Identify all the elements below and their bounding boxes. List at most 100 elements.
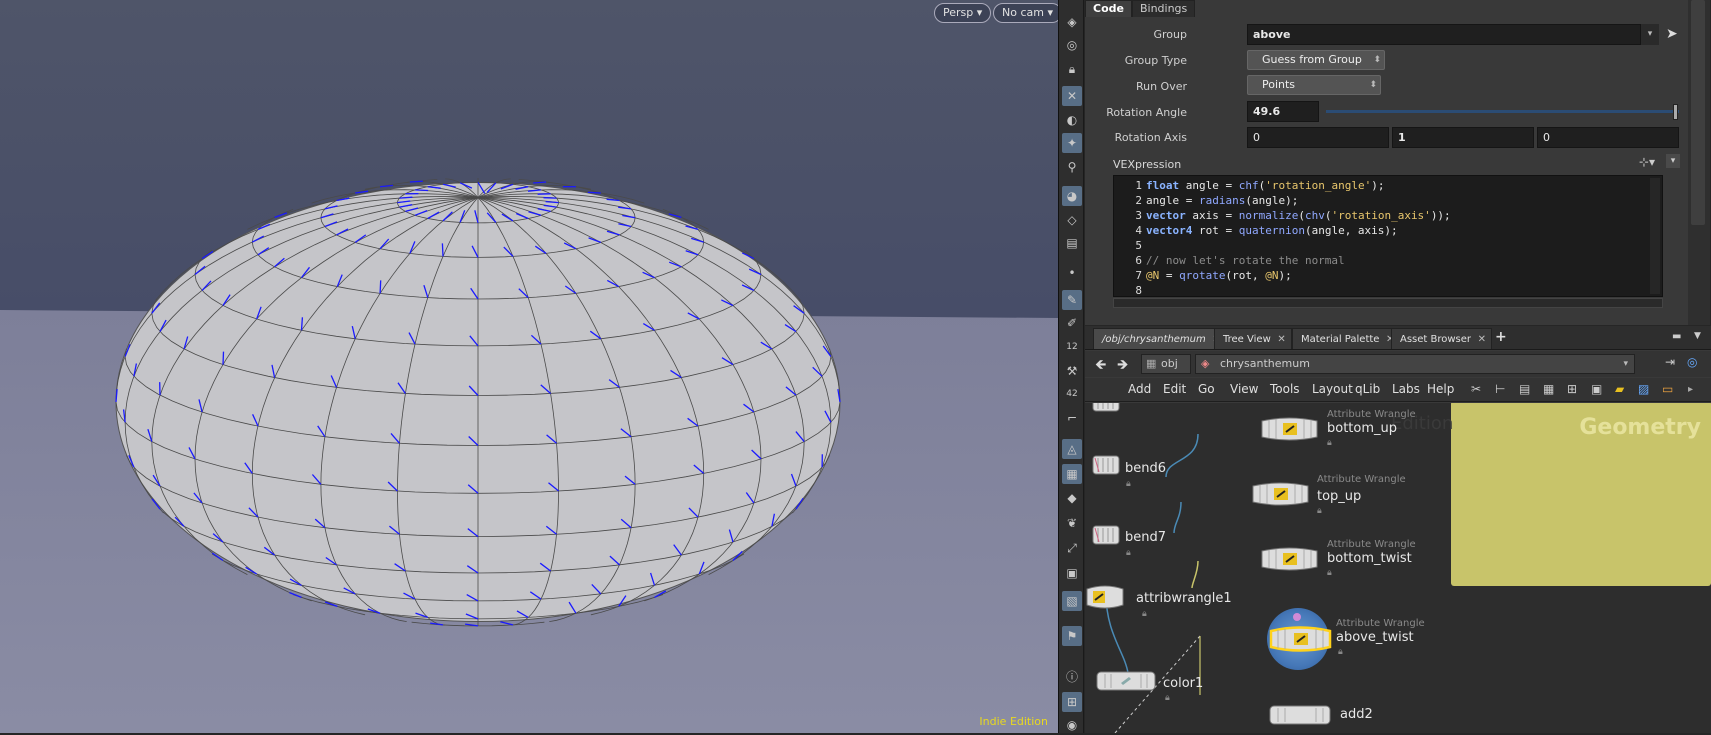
lock-icon[interactable]: 🔒︎ xyxy=(1327,438,1332,448)
wand-icon[interactable]: ⚒ xyxy=(1062,361,1082,381)
rotation-angle-field[interactable]: 49.6 xyxy=(1247,101,1319,122)
paint-icon[interactable]: 42 xyxy=(1062,384,1082,404)
lock-icon[interactable]: 🔒︎ xyxy=(1126,479,1131,489)
node-bend7[interactable] xyxy=(1091,524,1123,548)
code-scrollbar[interactable] xyxy=(1650,178,1660,294)
menu-go[interactable]: Go xyxy=(1198,382,1215,396)
pin-icon[interactable]: ⇥ xyxy=(1665,355,1675,369)
info-icon[interactable]: ⓘ xyxy=(1062,666,1082,686)
viewport-canvas[interactable] xyxy=(0,0,1058,733)
pen-icon[interactable]: ✐ xyxy=(1062,313,1082,333)
rotation-axis-y-field[interactable]: 1 xyxy=(1392,127,1534,148)
eye-icon[interactable]: ◉ xyxy=(1062,715,1082,735)
menu-add[interactable]: Add xyxy=(1128,382,1151,396)
back-arrow-icon[interactable]: 🡸 xyxy=(1095,354,1106,378)
group-dropdown-arrow-icon[interactable]: ▾ xyxy=(1641,24,1659,45)
numbers-icon[interactable]: 12 xyxy=(1062,337,1082,357)
perspective-menu-button[interactable]: Persp ▾ xyxy=(934,3,991,23)
node-add2[interactable] xyxy=(1268,703,1334,727)
menu-view[interactable]: View xyxy=(1230,382,1258,396)
image-view-icon[interactable]: ▣ xyxy=(1591,382,1602,396)
menu-layout[interactable]: Layout xyxy=(1312,382,1353,396)
path-current-node[interactable]: ◈ chrysanthemum ▾ xyxy=(1195,354,1635,374)
diamond-icon[interactable]: ◆ xyxy=(1062,488,1082,508)
group-field[interactable]: above xyxy=(1247,24,1641,45)
tab-bindings[interactable]: Bindings xyxy=(1132,0,1195,17)
tab-asset-browser[interactable]: Asset Browser✕ xyxy=(1391,328,1492,349)
network-box-icon[interactable]: ▭ xyxy=(1662,382,1673,396)
image-icon[interactable]: ▧ xyxy=(1062,591,1082,611)
close-tab-icon[interactable]: ✕ xyxy=(1277,329,1285,350)
select-arrow-icon[interactable]: ➤ xyxy=(1666,26,1678,42)
lock-icon[interactable]: 🔒︎ xyxy=(1062,59,1082,79)
brush-icon[interactable]: ✎ xyxy=(1062,290,1082,310)
light-icon[interactable]: ◐ xyxy=(1062,110,1082,130)
node-color1[interactable] xyxy=(1095,669,1159,693)
plane-icon[interactable]: ◬ xyxy=(1062,439,1082,459)
add-tab-icon[interactable]: + xyxy=(1495,329,1507,345)
expand-arrow-icon[interactable]: ▾ xyxy=(1666,154,1680,168)
node-bottom-up[interactable] xyxy=(1259,415,1321,439)
camera-tumble-icon[interactable]: ◈ xyxy=(1062,12,1082,32)
menu-labs[interactable]: Labs xyxy=(1392,382,1420,396)
grid-view-icon[interactable]: ⊞ xyxy=(1567,382,1577,396)
location-pin-icon[interactable]: ⚑ xyxy=(1062,626,1082,646)
wrench-icon[interactable]: ✂ xyxy=(1471,382,1481,396)
lock-icon[interactable]: 🔒︎ xyxy=(1126,548,1131,558)
rotation-axis-x-field[interactable]: 0 xyxy=(1247,127,1389,148)
leaf-icon[interactable]: ❦ xyxy=(1062,513,1082,533)
path-dropdown-icon[interactable]: ▾ xyxy=(1623,355,1628,373)
maximize-pane-icon[interactable]: ▬ xyxy=(1672,331,1681,342)
view-icon[interactable]: ◎ xyxy=(1062,35,1082,55)
forward-arrow-icon[interactable]: 🡺 xyxy=(1117,354,1128,378)
node-above-twist[interactable] xyxy=(1268,624,1334,648)
background-image-icon[interactable]: ▨ xyxy=(1638,382,1649,396)
code-horizontal-scrollbar[interactable] xyxy=(1113,298,1663,308)
grid-icon[interactable]: ▦ xyxy=(1062,464,1082,484)
tab-code[interactable]: Code xyxy=(1085,0,1132,17)
group-type-dropdown[interactable]: Guess from Group⬍ xyxy=(1247,50,1385,70)
lock-icon[interactable]: 🔒︎ xyxy=(1317,506,1322,516)
snippet-menu-icon[interactable]: ⊹▾ xyxy=(1639,155,1655,169)
measure-icon[interactable]: ⤢ xyxy=(1062,538,1082,558)
display-icon[interactable]: ▤ xyxy=(1062,233,1082,253)
camera-menu-button[interactable]: No cam ▾ xyxy=(993,3,1058,23)
lock-icon[interactable]: 🔒︎ xyxy=(1165,693,1170,703)
menu-qlib[interactable]: qLib xyxy=(1355,382,1380,396)
shaded-icon[interactable]: ◕ xyxy=(1062,186,1082,206)
node-bend5[interactable] xyxy=(1091,403,1123,415)
node-bottom-twist[interactable] xyxy=(1259,545,1321,569)
sticky-note-icon[interactable]: ▰ xyxy=(1615,382,1624,396)
node-attribwrangle1[interactable] xyxy=(1085,583,1127,607)
frame-icon[interactable]: ▣ xyxy=(1062,563,1082,583)
pane-menu-icon[interactable]: ▼ xyxy=(1694,331,1701,341)
run-over-dropdown[interactable]: Points⬍ xyxy=(1247,75,1381,95)
corner-icon[interactable]: ⌐ xyxy=(1062,408,1082,428)
lock-icon[interactable]: 🔒︎ xyxy=(1142,609,1147,619)
tab-obj-chrysanthemum[interactable]: /obj/chrysanthemum✕ xyxy=(1093,328,1227,349)
vex-code-editor[interactable]: 1 2 3 4 5 6 7 8 float angle = chf('rotat… xyxy=(1113,175,1663,297)
rotation-angle-slider-handle[interactable] xyxy=(1673,104,1678,120)
close-tab-icon[interactable]: ✕ xyxy=(1478,329,1486,350)
tree-icon[interactable]: ⊢ xyxy=(1495,382,1505,396)
layout-grid-icon[interactable]: ⊞ xyxy=(1062,692,1082,712)
path-root-obj[interactable]: ▦ obj xyxy=(1141,354,1191,374)
tab-material-palette[interactable]: Material Palette✕ xyxy=(1292,328,1400,349)
menu-help[interactable]: Help xyxy=(1427,382,1454,396)
3d-viewport[interactable]: Persp ▾ No cam ▾ Indie Edition xyxy=(0,0,1058,733)
tab-tree-view[interactable]: Tree View✕ xyxy=(1214,328,1292,349)
network-box-geometry[interactable]: Geometry xyxy=(1451,403,1711,586)
lock-icon[interactable]: 🔒︎ xyxy=(1338,647,1343,657)
menu-edit[interactable]: Edit xyxy=(1163,382,1186,396)
flashlight-icon[interactable]: ⚲ xyxy=(1062,157,1082,177)
network-graph[interactable]: Geometry Edition bend5 Attribute Wrangle… xyxy=(1085,403,1711,733)
list-icon[interactable]: ▤ xyxy=(1519,382,1530,396)
rotation-axis-z-field[interactable]: 0 xyxy=(1537,127,1679,148)
close-view-icon[interactable]: ✕ xyxy=(1062,86,1082,106)
node-bend6[interactable] xyxy=(1091,454,1123,478)
rotation-angle-slider-track[interactable] xyxy=(1326,110,1679,113)
wireframe-icon[interactable]: ◇ xyxy=(1062,210,1082,230)
lock-icon[interactable]: 🔒︎ xyxy=(1327,568,1332,578)
parameter-scrollbar[interactable] xyxy=(1688,0,1710,325)
menu-tools[interactable]: Tools xyxy=(1270,382,1300,396)
